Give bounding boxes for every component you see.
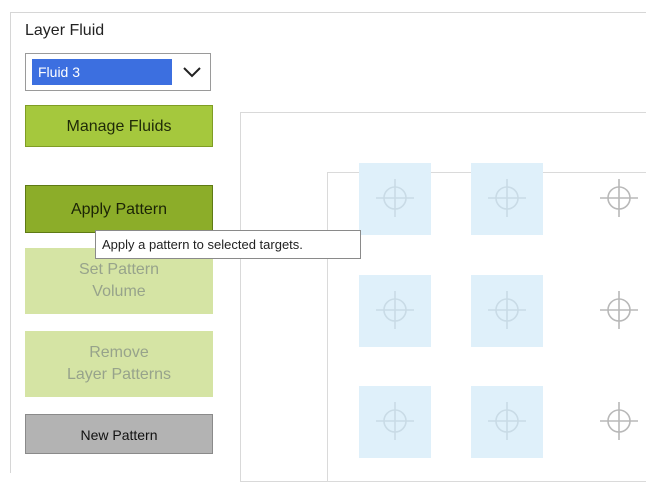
layer-fluid-label: Layer Fluid (25, 22, 105, 39)
well-target[interactable] (471, 163, 543, 235)
layer-fluid-dropdown[interactable]: Fluid 3 (25, 53, 211, 91)
well-target[interactable] (583, 275, 646, 347)
crosshair-icon (600, 291, 638, 329)
well-target[interactable] (359, 163, 431, 235)
crosshair-icon (600, 179, 638, 217)
crosshair-icon (376, 291, 414, 329)
crosshair-icon (376, 179, 414, 217)
well-target[interactable] (359, 275, 431, 347)
well-target[interactable] (471, 275, 543, 347)
apply-pattern-button[interactable]: Apply Pattern (25, 185, 213, 233)
crosshair-icon (376, 402, 414, 440)
well-target[interactable] (359, 386, 431, 458)
well-target[interactable] (471, 386, 543, 458)
crosshair-icon (600, 402, 638, 440)
manage-fluids-button[interactable]: Manage Fluids (25, 105, 213, 147)
crosshair-icon (488, 179, 526, 217)
layer-fluid-selected-value: Fluid 3 (32, 59, 172, 85)
well-target[interactable] (583, 163, 646, 235)
well-target[interactable] (583, 386, 646, 458)
apply-pattern-tooltip: Apply a pattern to selected targets. (95, 230, 361, 259)
remove-layer-patterns-button[interactable]: Remove Layer Patterns (25, 331, 213, 397)
crosshair-icon (488, 402, 526, 440)
chevron-down-icon (183, 67, 201, 78)
new-pattern-button[interactable]: New Pattern (25, 414, 213, 454)
crosshair-icon (488, 291, 526, 329)
